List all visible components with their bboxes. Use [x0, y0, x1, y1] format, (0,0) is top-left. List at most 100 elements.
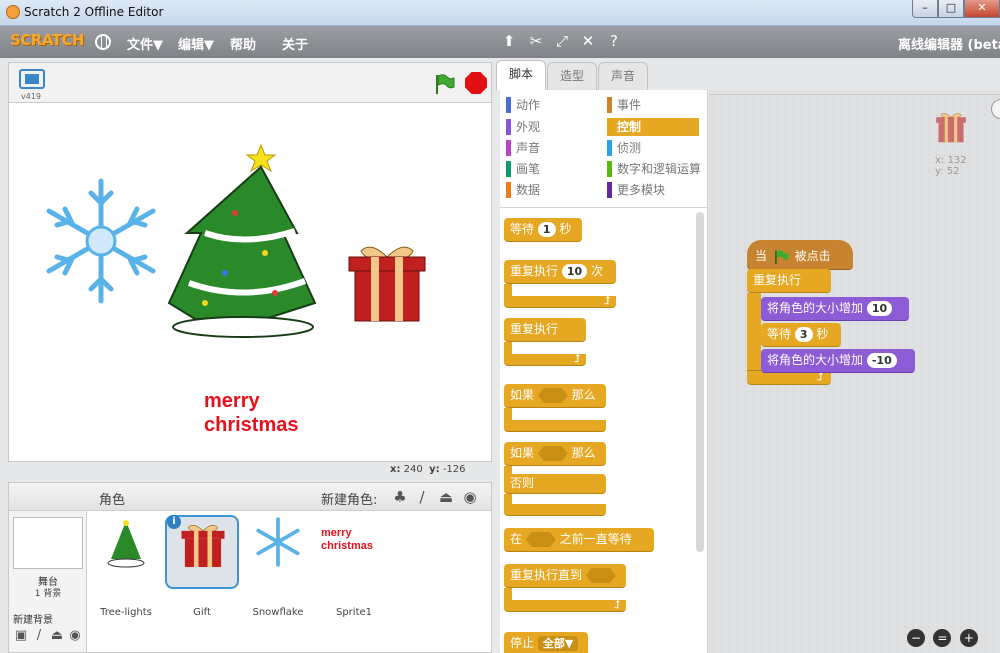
mouse-coords: x: 240 y: -126 — [390, 464, 466, 475]
change-size-block[interactable]: 将角色的大小增加 -10 — [761, 349, 915, 373]
editor-edition-label: 离线编辑器 (beta — [898, 38, 1000, 53]
zoom-reset-button[interactable]: = — [933, 629, 952, 647]
c-block-arm — [747, 293, 761, 371]
help-icon[interactable]: ? — [605, 32, 623, 50]
choose-sprite-icon[interactable]: ♣ — [391, 488, 409, 506]
sprite-tile-snowflake[interactable]: Snowflake — [241, 515, 315, 618]
window-title: Scratch 2 Offline Editor — [24, 5, 164, 19]
maximize-button[interactable]: □ — [938, 0, 964, 18]
category-motion[interactable]: 动作 — [506, 96, 598, 114]
menu-help[interactable]: 帮助 — [230, 34, 256, 53]
block-wait-secs[interactable]: 等待 1 秒 — [504, 218, 582, 242]
category-sound[interactable]: 声音 — [506, 139, 598, 157]
stop-sign-icon[interactable] — [465, 72, 487, 94]
green-flag-icon — [775, 249, 789, 264]
block-if-then-else[interactable]: 如果 那么 — [504, 442, 606, 466]
stage-header: v419 — [8, 62, 492, 102]
gift-sprite[interactable] — [341, 241, 433, 323]
snowflake-sprite[interactable] — [35, 175, 167, 307]
shrink-icon[interactable]: ✕ — [579, 32, 597, 50]
sprite-pane-header: 角色 新建角色: ♣ / ⏏ ◉ — [9, 483, 491, 511]
zoom-in-button[interactable]: + — [959, 629, 978, 647]
block-repeat-until[interactable]: 重复执行直到 — [504, 564, 626, 588]
paint-brush-icon[interactable]: / — [413, 488, 431, 506]
category-operators[interactable]: 数字和逻辑运算 — [607, 160, 707, 178]
stage-thumbnail[interactable] — [13, 517, 83, 569]
block-if-then[interactable]: 如果 那么 — [504, 384, 606, 408]
minimize-button[interactable]: – — [912, 0, 938, 18]
c-block-foot: ⮥ — [747, 370, 831, 385]
tab-costumes[interactable]: 造型 — [547, 62, 597, 90]
category-looks[interactable]: 外观 — [506, 118, 598, 136]
scripts-canvas[interactable]: x: 132 y: 52 当 被点击 重复执行 ⮥ 将角色的大小增加 10 等待… — [709, 94, 1000, 653]
new-backdrop-label: 新建背景 — [13, 615, 53, 626]
sprite-name: Tree-lights — [100, 607, 152, 618]
backdrop-paint-icon[interactable]: / — [31, 629, 47, 643]
block-stop[interactable]: 停止 全部▼ — [504, 632, 588, 653]
stage-selector[interactable]: 舞台 1 背景 新建背景 ▣ / ⏏ ◉ — [9, 511, 87, 652]
sprite-pane: 角色 新建角色: ♣ / ⏏ ◉ 舞台 1 背景 新建背景 ▣ / ⏏ ◉ Tr… — [8, 482, 492, 653]
block-palette: 动作 外观 声音 画笔 数据 事件 控制 侦测 数字和逻辑运算 更多模块 等待 … — [500, 90, 708, 653]
title-bar: Scratch 2 Offline Editor – □ ✕ — [0, 0, 1000, 26]
language-globe-icon[interactable] — [95, 34, 111, 50]
block-wait-until[interactable]: 在 之前一直等待 — [504, 528, 654, 552]
wait-block[interactable]: 等待 3 秒 — [761, 323, 841, 347]
category-pen[interactable]: 画笔 — [506, 160, 598, 178]
backdrop-library-icon[interactable]: ▣ — [13, 629, 29, 643]
camera-icon[interactable]: ◉ — [461, 488, 479, 506]
block-categories: 动作 外观 声音 画笔 数据 事件 控制 侦测 数字和逻辑运算 更多模块 — [500, 90, 707, 208]
sprite-tile-gift[interactable]: i Gift — [165, 515, 239, 618]
palette-scrollbar[interactable] — [696, 212, 704, 552]
sprite-tile-tree-lights[interactable]: Tree-lights — [89, 515, 163, 618]
when-flag-clicked-block[interactable]: 当 被点击 — [747, 240, 853, 270]
merry-christmas-sprite[interactable]: merry christmas — [204, 389, 299, 437]
zoom-out-button[interactable]: − — [907, 629, 925, 647]
grow-icon[interactable]: ⤢ — [553, 32, 571, 50]
c-block-foot: ⮥ — [504, 352, 586, 366]
sprite-position: x: 132 y: 52 — [935, 155, 967, 177]
scripts-area[interactable]: x: 132 y: 52 当 被点击 重复执行 ⮥ 将角色的大小增加 10 等待… — [709, 90, 1000, 653]
menu-file[interactable]: 文件▼ — [127, 34, 163, 53]
stage-canvas[interactable]: merry christmas — [8, 102, 492, 462]
menu-about[interactable]: 关于 — [282, 34, 308, 53]
backdrop-camera-icon[interactable]: ◉ — [67, 629, 83, 643]
current-sprite-thumbnail — [936, 113, 966, 143]
duplicate-icon[interactable]: ⬆ — [500, 32, 518, 50]
upload-sprite-icon[interactable]: ⏏ — [437, 488, 455, 506]
block-forever[interactable]: 重复执行 — [504, 318, 586, 342]
category-events[interactable]: 事件 — [607, 96, 699, 114]
snowflake-thumbnail-icon — [256, 517, 300, 567]
green-flag-icon[interactable] — [433, 73, 455, 95]
scratch-cat-icon — [6, 5, 20, 19]
scripts-help-button[interactable] — [991, 99, 1000, 119]
christmas-tree-sprite[interactable] — [165, 143, 317, 343]
cut-icon[interactable]: ✂ — [527, 32, 545, 50]
change-size-block[interactable]: 将角色的大小增加 10 — [761, 297, 909, 321]
category-sensing[interactable]: 侦测 — [607, 139, 699, 157]
scratch-logo[interactable]: SCRATCH — [10, 31, 85, 49]
c-block-foot: ⮥ — [504, 598, 626, 612]
sprite-name: Gift — [193, 607, 211, 618]
sprite-name: Snowflake — [252, 607, 304, 618]
menu-edit[interactable]: 编辑▼ — [178, 34, 214, 53]
forever-block[interactable]: 重复执行 — [747, 269, 831, 293]
backdrop-count: 1 背景 — [34, 589, 62, 599]
block-repeat[interactable]: 重复执行 10 次 — [504, 260, 616, 284]
presentation-mode-icon[interactable] — [19, 69, 45, 89]
sprite1-thumbnail: merry christmas — [321, 527, 373, 552]
menu-bar: SCRATCH 文件▼ 编辑▼ 帮助 关于 ⬆ ✂ ⤢ ✕ ? 离线编辑器 (b… — [0, 26, 1000, 58]
tab-scripts[interactable]: 脚本 — [496, 60, 546, 90]
category-control[interactable]: 控制 — [607, 118, 699, 136]
tab-sounds[interactable]: 声音 — [598, 62, 648, 90]
backdrop-upload-icon[interactable]: ⏏ — [49, 629, 65, 643]
tree-thumbnail-icon — [107, 520, 145, 568]
close-button[interactable]: ✕ — [964, 0, 1000, 18]
sprite-name: Sprite1 — [335, 607, 373, 618]
category-more-blocks[interactable]: 更多模块 — [607, 181, 699, 199]
stage-panel: v419 merry christmas x: 240 y: -126 — [0, 58, 500, 478]
new-sprite-label: 新建角色: — [321, 493, 378, 508]
c-block-foot — [504, 504, 606, 516]
sprite-tile-sprite1[interactable]: merry christmas Sprite1 — [317, 515, 391, 618]
category-data[interactable]: 数据 — [506, 181, 598, 199]
c-block-foot: ⮥ — [504, 294, 616, 308]
